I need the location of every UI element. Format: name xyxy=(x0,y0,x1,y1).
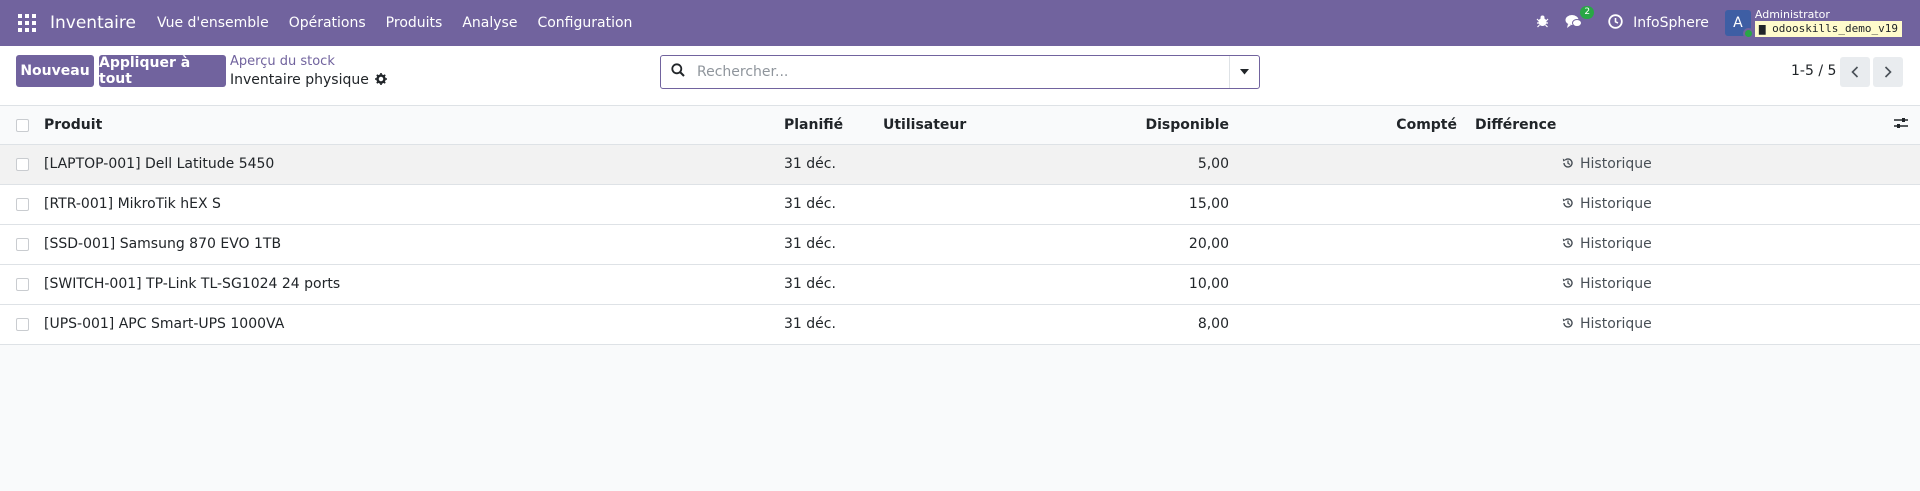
table-row[interactable]: [SSD-001] Samsung 870 EVO 1TB 31 déc. 20… xyxy=(0,225,1920,265)
company-switcher[interactable]: InfoSphere xyxy=(1633,15,1709,31)
app-title[interactable]: Inventaire xyxy=(50,13,136,33)
inventory-list: Produit Planifié Utilisateur Disponible … xyxy=(0,106,1920,345)
avatar[interactable]: A xyxy=(1724,10,1754,39)
cell-planned: 31 déc. xyxy=(784,156,836,172)
database-name-text: odooskills_demo_v19 xyxy=(1772,22,1898,35)
apply-all-button[interactable]: Appliquer à tout xyxy=(99,55,226,87)
history-icon xyxy=(1562,317,1574,332)
cell-available: 20,00 xyxy=(1188,236,1229,252)
new-button[interactable]: Nouveau xyxy=(16,55,94,87)
gear-icon[interactable] xyxy=(374,72,387,88)
page-title-text: Inventaire physique xyxy=(230,72,369,88)
header-planned[interactable]: Planifié xyxy=(784,117,843,133)
caret-down-icon xyxy=(1240,69,1249,75)
table-header: Produit Planifié Utilisateur Disponible … xyxy=(0,106,1920,145)
optional-columns-icon[interactable] xyxy=(1894,117,1908,133)
cell-available: 10,00 xyxy=(1188,276,1229,292)
menu-products[interactable]: Produits xyxy=(386,15,443,31)
row-checkbox[interactable] xyxy=(16,278,29,291)
header-difference[interactable]: Différence xyxy=(1475,117,1556,133)
pager-value[interactable]: 1-5 / 5 xyxy=(1791,63,1836,79)
cell-product: [LAPTOP-001] Dell Latitude 5450 xyxy=(44,156,275,172)
pager-previous-button[interactable] xyxy=(1840,57,1870,87)
header-user[interactable]: Utilisateur xyxy=(883,117,966,133)
header-available[interactable]: Disponible xyxy=(1146,117,1229,133)
history-icon xyxy=(1562,277,1574,292)
search-options-toggle[interactable] xyxy=(1229,56,1259,88)
history-icon xyxy=(1562,197,1574,212)
table-row[interactable]: [RTR-001] MikroTik hEX S 31 déc. 15,00 H… xyxy=(0,185,1920,225)
table-row[interactable]: [LAPTOP-001] Dell Latitude 5450 31 déc. … xyxy=(0,145,1920,185)
table-row[interactable]: [UPS-001] APC Smart-UPS 1000VA 31 déc. 8… xyxy=(0,305,1920,345)
cell-planned: 31 déc. xyxy=(784,236,836,252)
search-input[interactable] xyxy=(697,64,1229,80)
header-counted[interactable]: Compté xyxy=(1396,117,1457,133)
user-menu[interactable]: Administrator ▆ odooskills_demo_v19 xyxy=(1754,8,1902,37)
history-label: Historique xyxy=(1580,276,1652,292)
header-product[interactable]: Produit xyxy=(44,117,102,133)
row-checkbox[interactable] xyxy=(16,198,29,211)
history-button[interactable]: Historique xyxy=(1562,276,1652,292)
navbar-systray: 2 InfoSphere A Administrator ▆ odooskill… xyxy=(1536,0,1920,46)
avatar-letter: A xyxy=(1733,15,1743,31)
cell-planned: 31 déc. xyxy=(784,276,836,292)
select-all-checkbox[interactable] xyxy=(16,119,29,132)
cell-available: 15,00 xyxy=(1188,196,1229,212)
chat-icon[interactable]: 2 xyxy=(1565,5,1595,33)
control-panel: Nouveau Appliquer à tout Aperçu du stock… xyxy=(0,46,1920,106)
menu-analysis[interactable]: Analyse xyxy=(462,15,517,31)
row-checkbox[interactable] xyxy=(16,318,29,331)
history-label: Historique xyxy=(1580,196,1652,212)
history-label: Historique xyxy=(1580,236,1652,252)
pager-next-button[interactable] xyxy=(1873,57,1903,87)
row-checkbox[interactable] xyxy=(16,238,29,251)
menu-overview[interactable]: Vue d'ensemble xyxy=(157,15,269,31)
menu-configuration[interactable]: Configuration xyxy=(537,15,632,31)
cell-available: 5,00 xyxy=(1197,156,1229,172)
database-icon: ▆ xyxy=(1758,22,1766,35)
chat-badge: 2 xyxy=(1580,5,1595,19)
user-name: Administrator xyxy=(1754,8,1830,21)
apps-menu-icon[interactable] xyxy=(18,14,36,32)
cell-planned: 31 déc. xyxy=(784,316,836,332)
bug-icon[interactable] xyxy=(1536,14,1549,32)
history-button[interactable]: Historique xyxy=(1562,156,1652,172)
cell-product: [SSD-001] Samsung 870 EVO 1TB xyxy=(44,236,282,252)
page-title: Inventaire physique xyxy=(230,72,387,88)
chevron-right-icon xyxy=(1884,66,1892,78)
clock-icon[interactable] xyxy=(1608,13,1623,33)
history-label: Historique xyxy=(1580,156,1652,172)
history-button[interactable]: Historique xyxy=(1562,236,1652,252)
history-button[interactable]: Historique xyxy=(1562,316,1652,332)
menu-operations[interactable]: Opérations xyxy=(289,15,366,31)
cell-product: [UPS-001] APC Smart-UPS 1000VA xyxy=(44,316,285,332)
cell-product: [RTR-001] MikroTik hEX S xyxy=(44,196,221,212)
history-icon xyxy=(1562,237,1574,252)
history-icon xyxy=(1562,157,1574,172)
cell-planned: 31 déc. xyxy=(784,196,836,212)
row-checkbox[interactable] xyxy=(16,158,29,171)
top-navbar: Inventaire Vue d'ensemble Opérations Pro… xyxy=(0,0,1920,46)
chevron-left-icon xyxy=(1851,66,1859,78)
history-label: Historique xyxy=(1580,316,1652,332)
search-bar xyxy=(660,55,1260,89)
search-icon xyxy=(671,63,685,81)
cell-available: 8,00 xyxy=(1197,316,1229,332)
breadcrumb[interactable]: Aperçu du stock xyxy=(230,54,335,69)
cell-product: [SWITCH-001] TP-Link TL-SG1024 24 ports xyxy=(44,276,341,292)
history-button[interactable]: Historique xyxy=(1562,196,1652,212)
status-online-icon xyxy=(1742,28,1754,39)
table-row[interactable]: [SWITCH-001] TP-Link TL-SG1024 24 ports … xyxy=(0,265,1920,305)
database-name: ▆ odooskills_demo_v19 xyxy=(1754,21,1902,37)
